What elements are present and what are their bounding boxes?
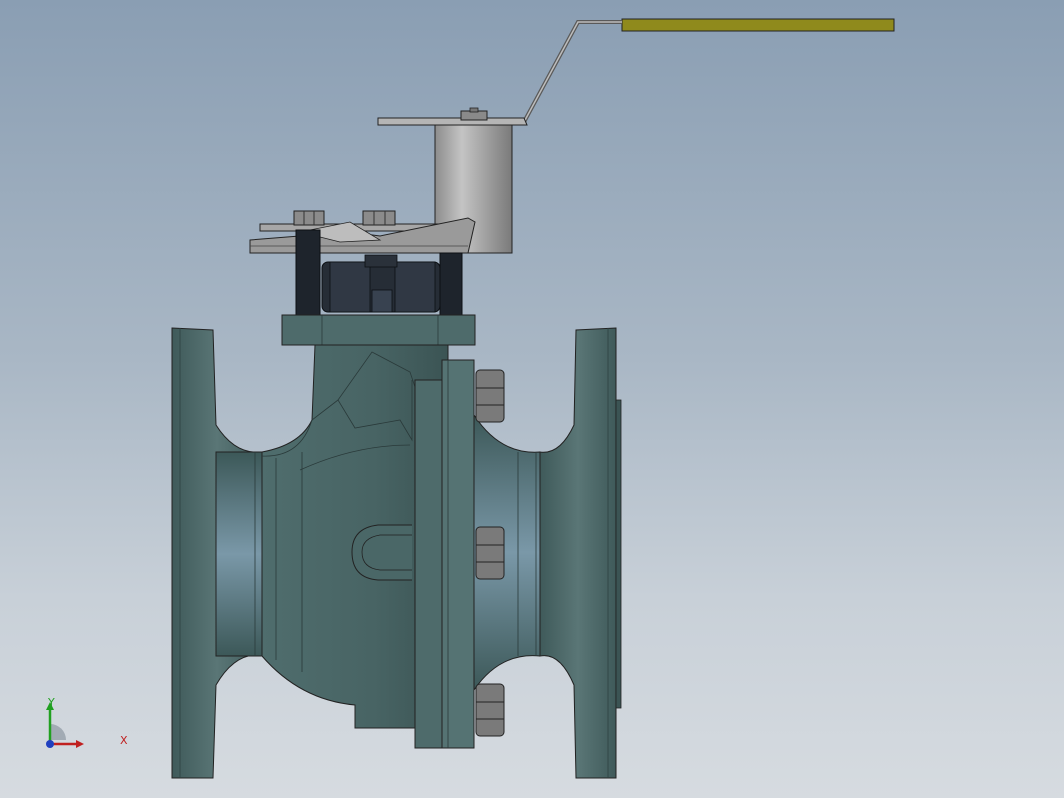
y-axis-label: Y: [48, 696, 55, 709]
graphics-viewport[interactable]: X Y: [0, 0, 1064, 798]
bolt-bottom: [475, 683, 505, 737]
triad-axes: [46, 702, 84, 748]
bolt-middle: [475, 526, 505, 580]
body-joint-flange-a: [414, 379, 443, 749]
lever-handle[interactable]: [377, 18, 895, 126]
top-nut-left: [293, 210, 325, 226]
bolt-top: [475, 369, 505, 423]
x-axis-label: X: [120, 734, 128, 747]
body-boss: [351, 524, 412, 581]
body-joint-flange-b: [441, 359, 475, 749]
z-axis-dot: [46, 740, 54, 748]
pipe-neck-left: [215, 451, 267, 657]
top-nut-right: [362, 210, 396, 226]
ball-valve-model[interactable]: [0, 0, 1064, 798]
coordinate-triad[interactable]: X Y: [38, 696, 128, 756]
flange-right: [539, 327, 617, 779]
bonnet-flange: [281, 314, 476, 346]
lever-arm: [522, 20, 622, 123]
lever-plate: [377, 117, 528, 126]
handle-grip[interactable]: [621, 18, 895, 32]
